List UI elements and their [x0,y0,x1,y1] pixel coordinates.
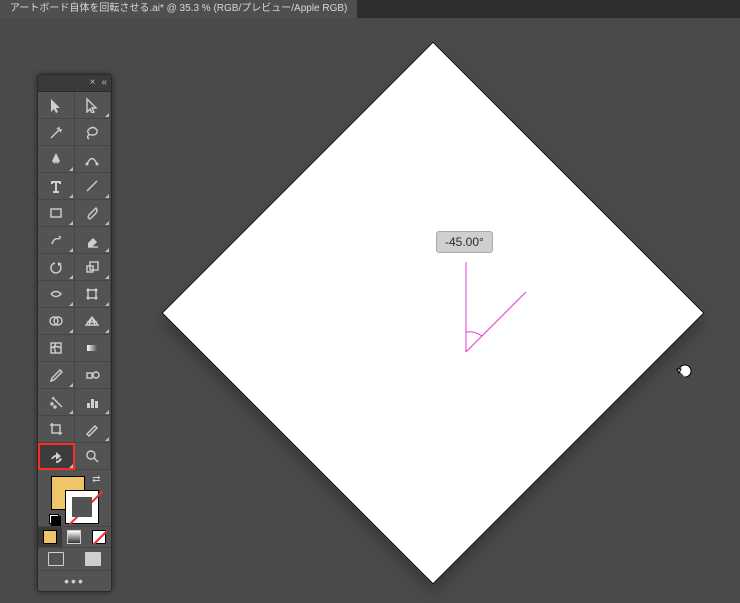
direct-selection-tool[interactable] [75,92,112,119]
default-fill-stroke-icon[interactable] [49,514,61,526]
artboard-tool[interactable] [38,416,75,443]
slice-tool[interactable] [75,416,112,443]
artboard[interactable] [161,41,704,584]
pen-tool[interactable] [38,146,75,173]
column-graph-tool[interactable] [75,389,112,416]
blend-tool[interactable] [75,362,112,389]
lasso-tool[interactable] [75,119,112,146]
gradient-tool[interactable] [75,335,112,362]
screen-mode-row [38,548,111,571]
color-mode-none[interactable] [87,527,111,547]
color-mode-gradient[interactable] [62,527,86,547]
width-tool[interactable] [38,281,75,308]
edit-toolbar-button[interactable]: ••• [38,571,111,591]
eyedropper-tool[interactable] [38,362,75,389]
rotate-cursor-icon [675,361,695,381]
tools-panel-header: × « [38,75,111,92]
screen-mode-full[interactable] [75,548,112,570]
magic-wand-tool[interactable] [38,119,75,146]
artboard-container [163,43,703,583]
document-tab[interactable]: アートボード自体を回転させる.ai* @ 35.3 % (RGB/プレビュー/A… [0,0,357,18]
selection-tool[interactable] [38,92,75,119]
symbol-sprayer-tool[interactable] [38,389,75,416]
fill-stroke-block: ⇄ [38,470,111,527]
panel-collapse-icon[interactable]: « [101,78,107,88]
stroke-swatch[interactable] [65,490,99,524]
perspective-grid-tool[interactable] [75,308,112,335]
shape-builder-tool[interactable] [38,308,75,335]
tools-panel: × « ⇄ ••• [37,74,112,592]
paintbrush-tool[interactable] [75,200,112,227]
swap-fill-stroke-icon[interactable]: ⇄ [92,474,100,485]
rotate-view-tool[interactable] [38,443,75,470]
screen-mode-normal[interactable] [38,548,75,570]
zoom-tool[interactable] [75,443,112,470]
rotate-tool[interactable] [38,254,75,281]
color-mode-solid[interactable] [38,527,62,547]
line-segment-tool[interactable] [75,173,112,200]
free-transform-tool[interactable] [75,281,112,308]
tool-grid [38,92,111,470]
shaper-tool[interactable] [38,227,75,254]
mesh-tool[interactable] [38,335,75,362]
color-mode-row [38,527,111,548]
rotation-angle-badge: -45.00° [436,231,493,253]
eraser-tool[interactable] [75,227,112,254]
scale-tool[interactable] [75,254,112,281]
curvature-tool[interactable] [75,146,112,173]
rectangle-tool[interactable] [38,200,75,227]
type-tool[interactable] [38,173,75,200]
document-tab-bar: アートボード自体を回転させる.ai* @ 35.3 % (RGB/プレビュー/A… [0,0,740,18]
panel-close-icon[interactable]: × [90,78,96,88]
